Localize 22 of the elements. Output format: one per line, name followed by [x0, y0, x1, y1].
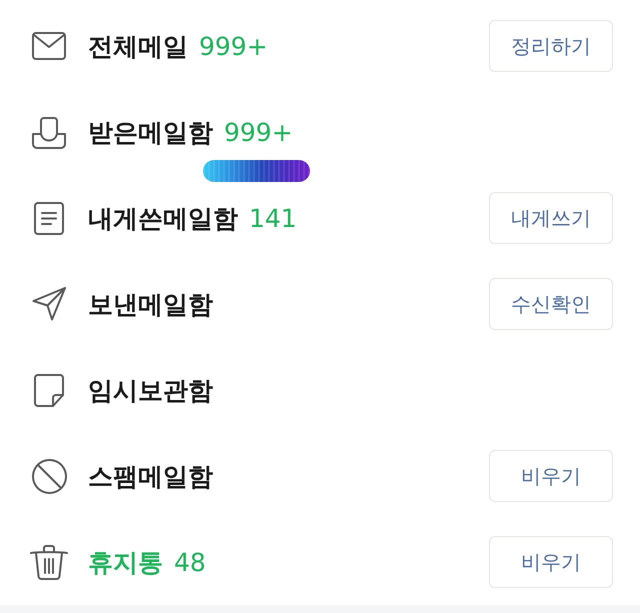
- action-button[interactable]: 내게쓰기: [489, 192, 613, 244]
- action-button[interactable]: 정리하기: [489, 20, 613, 72]
- action-button[interactable]: 수신확인: [489, 278, 613, 330]
- folder-name[interactable]: 보낸메일함: [88, 288, 213, 320]
- note-page-icon: [34, 374, 64, 406]
- folder-name[interactable]: 전체메일: [88, 30, 188, 62]
- envelope-icon: [32, 32, 66, 60]
- unread-count: 141: [249, 204, 297, 232]
- prohibited-icon: [32, 458, 66, 494]
- unread-count: 999+: [224, 118, 293, 146]
- inbox-tray-icon: [32, 116, 66, 148]
- folder-name[interactable]: 내게쓴메일함: [88, 202, 238, 234]
- folder-name[interactable]: 임시보관함: [88, 374, 213, 406]
- unread-count: 48: [174, 548, 206, 576]
- action-button[interactable]: 비우기: [489, 450, 613, 502]
- unread-count: 999+: [199, 32, 268, 60]
- folder-name[interactable]: 받은메일함: [88, 116, 213, 148]
- trash-icon: [30, 544, 68, 580]
- folder-name[interactable]: 스팸메일함: [88, 460, 213, 492]
- document-icon: [34, 202, 64, 234]
- action-button[interactable]: 비우기: [489, 536, 613, 588]
- paper-plane-icon: [32, 287, 66, 321]
